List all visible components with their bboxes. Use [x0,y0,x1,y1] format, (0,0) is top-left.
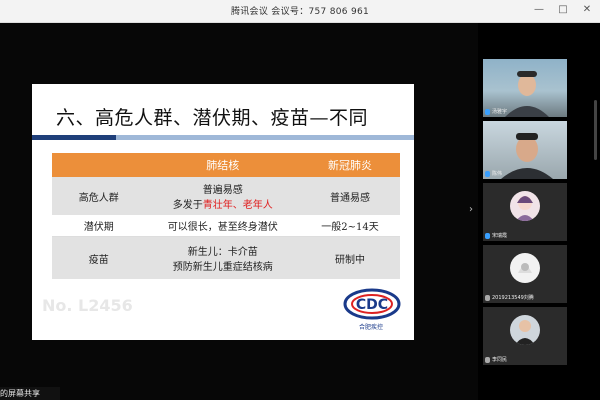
participant-tile[interactable]: 陈伟 [483,121,567,179]
cell-line: 预防新生儿重症结核病 [172,262,273,273]
table-row: 疫苗 新生儿：卡介苗 预防新生儿重症结核病 研制中 [52,236,400,279]
participant-label: 李同民 [485,356,507,363]
minimize-icon[interactable]: — [532,3,546,17]
close-icon[interactable]: ✕ [580,3,594,17]
participant-name: 汤雅宇 [492,109,508,115]
presentation-slide: 六、高危人群、潜伏期、疫苗—不同 肺结核 新冠肺炎 高危人群 普遍易感 多发于青… [32,84,414,340]
table-header-cell [52,153,146,177]
cell-line: 新生儿：卡介苗 [187,247,258,258]
avatar [510,191,540,221]
mic-icon [485,108,490,115]
row-label: 潜伏期 [52,215,146,237]
watermark-text: No. L2456 [42,296,133,315]
avatar [510,253,540,283]
table-header-cell: 肺结核 [145,153,300,177]
avatar [510,315,540,345]
cell-text: 多发于 [172,200,203,211]
participant-tile[interactable]: 宋瑞霞 [483,183,567,241]
slide-title: 六、高危人群、潜伏期、疫苗—不同 [56,107,369,129]
panel-scrollbar[interactable] [594,100,597,160]
table-header-row: 肺结核 新冠肺炎 [52,153,400,177]
highlight-text: 青壮年、老年人 [202,200,273,211]
row-label: 疫苗 [52,236,146,279]
mic-icon [485,232,490,239]
covid-cell: 研制中 [299,236,400,279]
table-row: 潜伏期 可以很长，甚至终身潜伏 一般2~14天 [52,215,400,237]
covid-cell: 一般2~14天 [299,215,400,237]
window-title: 腾讯会议 会议号：757 806 961 [230,7,370,17]
comparison-table: 肺结核 新冠肺炎 高危人群 普遍易感 多发于青壮年、老年人 普通易感 潜伏期 可… [52,153,400,279]
mic-muted-icon [485,356,490,363]
participant-label: 2019213549刘腾 [485,294,534,301]
participant-name: 李同民 [492,357,508,363]
mic-icon [485,170,490,177]
tb-cell: 普遍易感 多发于青壮年、老年人 [145,177,300,215]
svg-text:CDC: CDC [356,297,388,313]
participant-tile[interactable]: 李同民 [483,307,567,365]
participant-label: 陈伟 [485,170,502,177]
expand-panel-icon[interactable]: › [469,204,473,215]
cell-line: 多发于青壮年、老年人 [146,196,300,211]
participant-name: 2019213549刘腾 [492,295,534,301]
window-controls: — □ ✕ [532,3,594,17]
tb-cell: 可以很长，甚至终身潜伏 [145,215,300,237]
tb-cell: 新生儿：卡介苗 预防新生儿重症结核病 [145,236,300,279]
row-label: 高危人群 [52,177,146,215]
participant-name: 宋瑞霞 [492,233,508,239]
avatar-image [516,196,534,221]
logo-caption: 合肥疾控 [359,324,384,331]
screen-share-label: 的屏幕共享 [0,387,60,400]
maximize-icon[interactable]: □ [556,3,570,17]
title-underline-light [116,135,414,140]
cell-line: 普遍易感 [202,185,243,196]
avatar-image [515,320,535,345]
mic-muted-icon [485,294,490,301]
avatar-image [518,263,532,273]
participant-tile[interactable]: 2019213549刘腾 [483,245,567,303]
participant-label: 宋瑞霞 [485,232,507,239]
covid-cell: 普通易感 [299,177,400,215]
title-underline-dark [32,135,116,140]
participant-tile[interactable]: 汤雅宇 [483,59,567,117]
participant-label: 汤雅宇 [485,108,507,115]
participant-name: 陈伟 [492,171,503,177]
table-row: 高危人群 普遍易感 多发于青壮年、老年人 普通易感 [52,177,400,215]
table-header-cell: 新冠肺炎 [299,153,400,177]
window-titlebar: 腾讯会议 会议号：757 806 961 — □ ✕ [0,0,600,23]
